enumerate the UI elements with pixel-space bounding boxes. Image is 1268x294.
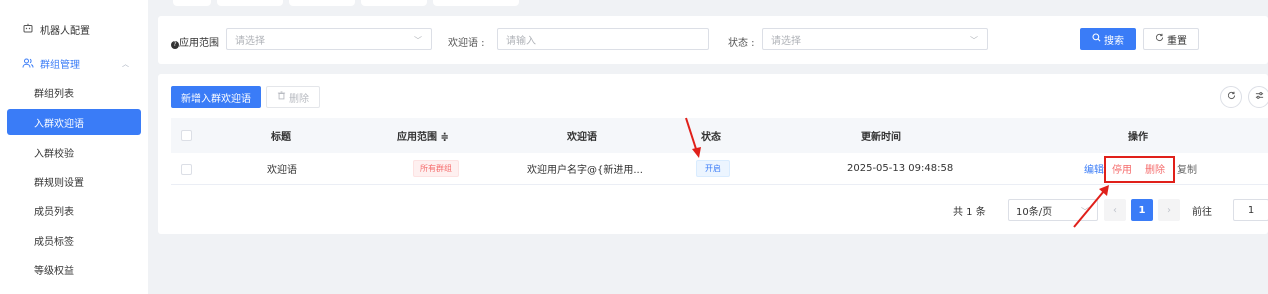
- main-content: ?应用范围 请选择 ﹀ 欢迎语 : 请输入 状态 : 请选择 ﹀ 搜索 重置: [148, 0, 1268, 294]
- column-header-scope[interactable]: 应用范围 ≑: [397, 118, 449, 153]
- sidebar-item-label: 入群校验: [34, 148, 74, 160]
- row-title: 欢迎语: [267, 165, 297, 176]
- welcome-input-placeholder: 请输入: [506, 35, 536, 47]
- goto-page-input[interactable]: 1: [1233, 199, 1268, 221]
- row-scope-cell: 所有群组: [413, 153, 459, 184]
- column-header-title: 标题: [271, 132, 291, 143]
- chevron-down-icon: ﹀: [970, 36, 978, 45]
- annotation-highlight-box: [1104, 156, 1175, 183]
- batch-delete-label: 删除: [289, 93, 309, 105]
- reset-button[interactable]: 重置: [1143, 28, 1199, 50]
- chevron-up-icon: ︿: [122, 60, 129, 68]
- page-number-current[interactable]: 1: [1131, 199, 1153, 221]
- sidebar-item-level-benefits[interactable]: 等级权益: [0, 256, 148, 282]
- sidebar-group-group-management[interactable]: 群组管理 ︿: [0, 50, 148, 76]
- top-tab[interactable]: [361, 0, 427, 6]
- status-select[interactable]: 请选择 ﹀: [762, 28, 988, 50]
- page-size-value: 10条/页: [1016, 206, 1053, 218]
- sidebar-item-label: 入群欢迎语: [34, 118, 84, 130]
- row-updated-time: 2025-05-13 09:48:58: [847, 163, 954, 174]
- search-icon: [1092, 33, 1101, 45]
- row-welcome: 欢迎用户名字@{新进用...: [527, 165, 643, 176]
- sidebar-item-member-list[interactable]: 成员列表: [0, 197, 148, 223]
- filter-panel: ? 应用范围 请选择 ﹀ 欢迎语 : 请输入 状态 : 请选择 ﹀ 搜索 重置: [158, 16, 1268, 64]
- add-welcome-button[interactable]: 新增入群欢迎语: [171, 86, 261, 108]
- row-checkbox[interactable]: [181, 164, 192, 175]
- sidebar-item-group-list[interactable]: 群组列表: [0, 79, 148, 105]
- column-header-actions: 操作: [1128, 132, 1148, 143]
- sidebar-group-label: 群组管理: [40, 59, 80, 71]
- scope-select[interactable]: 请选择 ﹀: [226, 28, 432, 50]
- sidebar-item-label: 成员列表: [34, 206, 74, 218]
- sidebar-item-label: 群组列表: [34, 88, 74, 100]
- welcome-input[interactable]: 请输入: [497, 28, 709, 50]
- chevron-right-icon: ›: [1167, 204, 1171, 216]
- table-header: 标题 应用范围 ≑ 欢迎语 状态 更新时间 操作: [171, 118, 1268, 153]
- column-header-status: 状态: [701, 132, 721, 143]
- edit-link[interactable]: 编辑: [1084, 153, 1104, 184]
- copy-link[interactable]: 复制: [1177, 153, 1197, 184]
- scope-tag: 所有群组: [413, 160, 459, 177]
- help-icon: ?: [171, 41, 179, 49]
- chevron-down-icon: ﹀: [414, 36, 422, 45]
- status-select-placeholder: 请选择: [771, 35, 801, 47]
- sidebar-item-group-rules[interactable]: 群规则设置: [0, 168, 148, 194]
- sidebar-item-robot-config[interactable]: 机器人配置: [0, 16, 148, 42]
- status-filter-label: 状态 :: [728, 38, 755, 49]
- batch-delete-button[interactable]: 删除: [266, 86, 320, 108]
- refresh-icon: [1227, 91, 1236, 103]
- sliders-icon: [1255, 91, 1264, 103]
- column-settings-button[interactable]: [1248, 86, 1268, 108]
- column-header-welcome: 欢迎语: [567, 132, 597, 143]
- prev-page-button[interactable]: ‹: [1104, 199, 1126, 221]
- sidebar-item-member-tags[interactable]: 成员标签: [0, 227, 148, 253]
- refresh-table-button[interactable]: [1220, 86, 1242, 108]
- sidebar-item-join-verification[interactable]: 入群校验: [0, 139, 148, 165]
- sidebar-item-welcome-message[interactable]: 入群欢迎语: [7, 109, 141, 135]
- sidebar-item-label: 机器人配置: [40, 25, 90, 37]
- refresh-icon: [1155, 33, 1164, 45]
- welcome-filter-label: 欢迎语 :: [448, 38, 485, 49]
- scope-filter-label: ? 应用范围: [171, 34, 219, 49]
- chevron-down-icon: ﹀: [1081, 207, 1089, 216]
- next-page-button[interactable]: ›: [1158, 199, 1180, 221]
- top-tab-strip: [173, 0, 519, 6]
- sidebar-item-label: 群规则设置: [34, 177, 84, 189]
- robot-icon: [22, 23, 34, 35]
- pagination-total: 共 1 条: [953, 206, 986, 218]
- table-panel: 新增入群欢迎语 删除 标题 应用范围 ≑ 欢迎语 状态 更新时间 操作 欢迎语 …: [158, 74, 1268, 234]
- sidebar: 机器人配置 群组管理 ︿ 群组列表 入群欢迎语 入群校验 群规则设置 成员列表 …: [0, 0, 148, 294]
- top-tab[interactable]: [289, 0, 355, 6]
- column-header-updated: 更新时间: [861, 132, 901, 143]
- status-badge: 开启: [696, 160, 730, 177]
- row-status-cell: 开启: [696, 153, 730, 184]
- scope-label-text: 应用范围: [179, 38, 219, 49]
- sidebar-item-label: 成员标签: [34, 236, 74, 248]
- search-button[interactable]: 搜索: [1080, 28, 1136, 50]
- chevron-left-icon: ‹: [1113, 204, 1117, 216]
- select-all-checkbox[interactable]: [181, 130, 192, 141]
- search-button-label: 搜索: [1104, 35, 1124, 47]
- top-tab[interactable]: [433, 0, 519, 6]
- scope-select-placeholder: 请选择: [235, 35, 265, 47]
- trash-icon: [277, 91, 286, 103]
- top-tab[interactable]: [173, 0, 211, 6]
- users-icon: [22, 57, 34, 69]
- sidebar-item-label: 等级权益: [34, 265, 74, 277]
- top-tab[interactable]: [217, 0, 283, 6]
- reset-button-label: 重置: [1167, 35, 1187, 47]
- goto-label: 前往: [1192, 206, 1212, 218]
- page-size-select[interactable]: 10条/页 ﹀: [1008, 199, 1098, 221]
